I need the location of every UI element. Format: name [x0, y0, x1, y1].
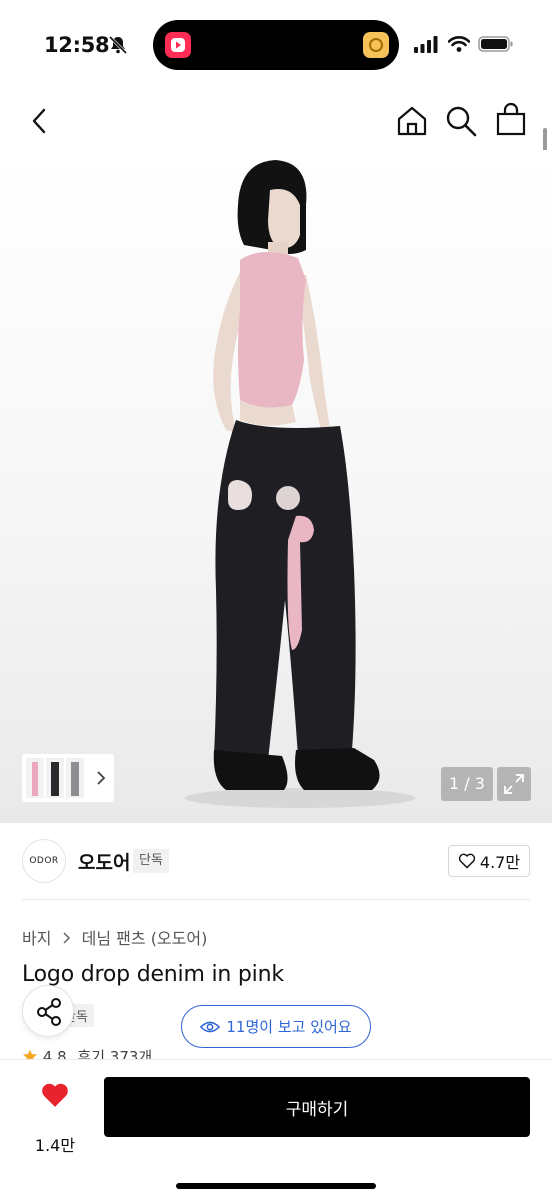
wishlist-count: 1.4만	[34, 1136, 76, 1155]
search-icon[interactable]	[444, 104, 478, 138]
bell-slash-icon	[108, 35, 128, 55]
breadcrumb: 바지 데님 팬츠 (오도어)	[22, 925, 207, 949]
exclusive-badge: 단독	[133, 849, 169, 873]
viewers-text: 11명이 보고 있어요	[226, 1018, 352, 1036]
home-indicator[interactable]	[176, 1183, 376, 1189]
chevron-right-icon	[63, 929, 71, 948]
home-icon[interactable]	[396, 104, 428, 138]
chevron-right-icon	[97, 771, 106, 785]
brand-logo[interactable]: ODOR	[22, 839, 66, 883]
breadcrumb-item[interactable]: 바지	[22, 925, 51, 949]
expand-icon[interactable]	[497, 767, 531, 801]
brand-like-button[interactable]: 4.7만	[448, 845, 530, 877]
product-title: Logo drop denim in pink	[22, 962, 284, 987]
viewers-badge: 11명이 보고 있어요	[181, 1005, 371, 1048]
share-icon	[37, 998, 61, 1026]
bag-icon[interactable]	[494, 102, 528, 138]
divider	[22, 899, 530, 900]
rating-row[interactable]: 4.8 후기 373개	[22, 1046, 222, 1060]
status-bar: 12:58	[0, 0, 552, 90]
heart-outline-icon	[458, 853, 476, 869]
battery-icon	[478, 36, 513, 52]
back-icon[interactable]	[24, 104, 56, 138]
share-button[interactable]	[22, 985, 74, 1037]
image-counter: 1 / 3	[441, 767, 493, 801]
product-photo	[185, 160, 415, 808]
status-time: 12:58	[44, 33, 110, 57]
buy-button[interactable]: 구매하기	[104, 1077, 530, 1137]
wifi-icon	[448, 36, 470, 52]
cellular-icon	[414, 36, 438, 53]
product-image-gallery[interactable]: 1 / 3	[0, 150, 552, 823]
bottom-purchase-bar: 1.4만 구매하기	[0, 1059, 552, 1200]
thumbnail-strip[interactable]	[22, 754, 114, 802]
activity-icon	[363, 32, 389, 58]
heart-filled-icon	[42, 1083, 68, 1107]
brand-like-count: 4.7만	[479, 853, 521, 872]
eye-icon	[200, 1021, 221, 1032]
live-app-icon	[165, 32, 191, 58]
brand-name[interactable]: 오도어	[78, 848, 130, 875]
breadcrumb-item[interactable]: 데님 팬츠 (오도어)	[82, 925, 208, 949]
wishlist-button[interactable]: 1.4만	[34, 1080, 76, 1155]
dynamic-island	[153, 20, 399, 70]
